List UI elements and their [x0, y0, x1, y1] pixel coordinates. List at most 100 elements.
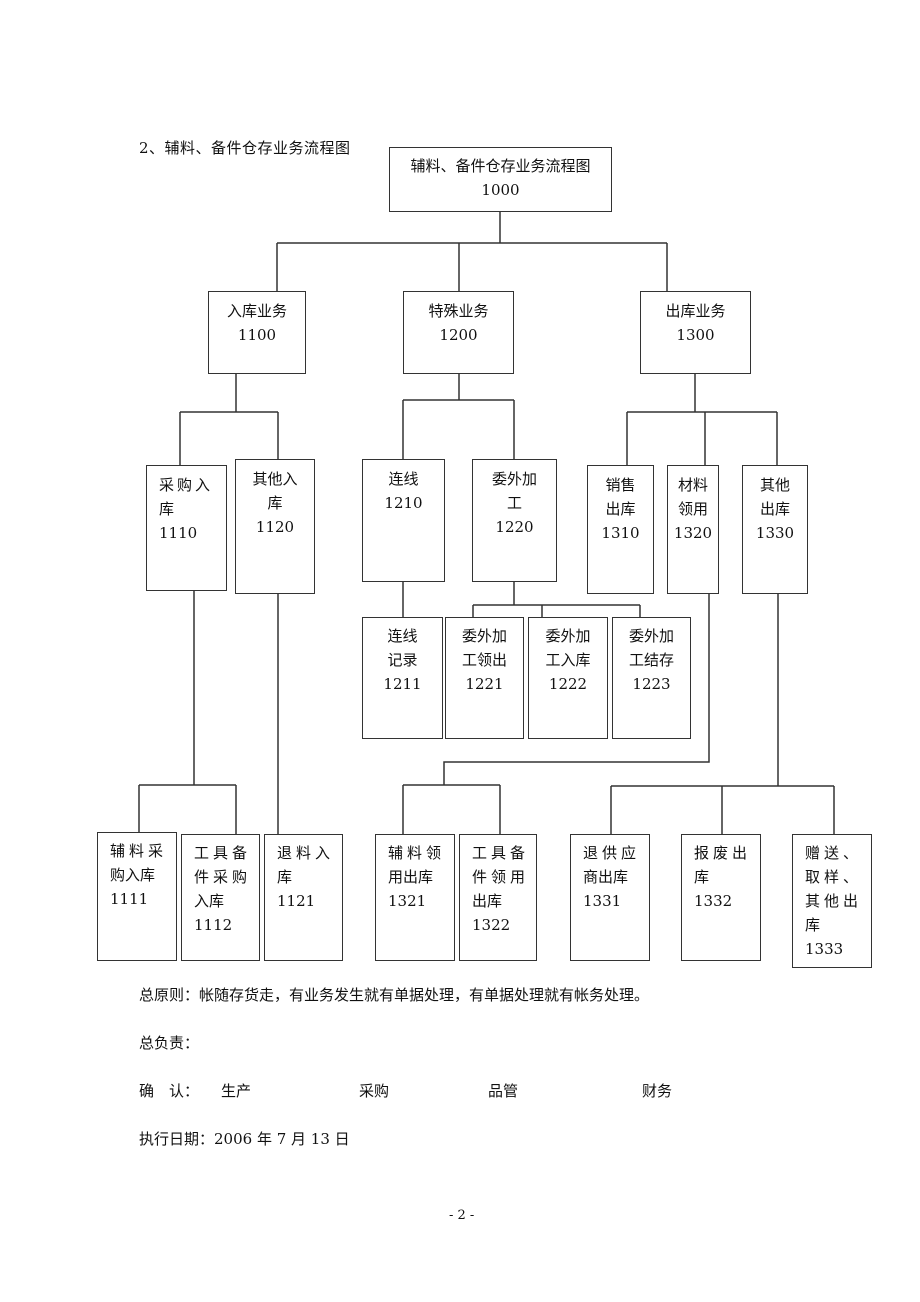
- node-code: 1210: [384, 494, 423, 512]
- node-code: 1310: [601, 524, 640, 542]
- node-label: 其他: [759, 476, 790, 494]
- node-code: 1333: [805, 940, 844, 958]
- node-label: 库: [159, 500, 175, 518]
- node-code: 1300: [676, 326, 715, 344]
- section-title: 2、辅料、备件仓存业务流程图: [139, 139, 351, 157]
- node-label: 件采购: [194, 868, 252, 886]
- node-label: 库: [694, 868, 710, 886]
- node-label: 材料: [677, 476, 708, 494]
- flow-node-1112: 工具备 件采购 入库 1112: [181, 834, 260, 961]
- node-code: 1110: [159, 524, 198, 542]
- page-number: - 2 -: [449, 1208, 475, 1223]
- node-code: 1100: [237, 326, 277, 344]
- node-code: 1220: [495, 518, 534, 536]
- node-label: 委外加: [461, 627, 507, 645]
- node-code: 1221: [465, 675, 504, 693]
- node-code: 1112: [194, 916, 233, 934]
- node-label: 连线: [388, 470, 419, 488]
- flow-node-1320: 材料 领用 1320: [667, 465, 719, 594]
- node-label: 辅料、备件仓存业务流程图: [410, 157, 591, 175]
- node-label: 工领出: [461, 651, 507, 669]
- node-label: 采购入: [159, 476, 214, 494]
- flow-node-1110: 采购入 库 1110: [146, 465, 227, 591]
- node-label: 其他出: [805, 892, 863, 910]
- flow-node-1120: 其他入 库 1120: [235, 459, 315, 594]
- node-label: 其他入: [252, 470, 298, 488]
- flow-node-1100: 入库业务 1100: [208, 291, 306, 374]
- node-label: 委外加: [628, 627, 674, 645]
- confirm-quality: 品管: [488, 1082, 519, 1100]
- node-label: 库: [805, 916, 821, 934]
- node-code: 1330: [755, 524, 795, 542]
- node-code: 1331: [583, 892, 622, 910]
- flow-node-1322: 工具备 件领用 出库 1322: [459, 834, 537, 961]
- node-label: 辅料领: [388, 844, 446, 862]
- node-code: 1332: [694, 892, 733, 910]
- responsible-label: 总负责：: [139, 1034, 200, 1052]
- confirm-production: 生产: [221, 1082, 252, 1100]
- flow-node-1200: 特殊业务 1200: [403, 291, 514, 374]
- node-label: 报废出: [694, 844, 752, 862]
- flow-node-1000: 辅料、备件仓存业务流程图 1000: [389, 147, 612, 212]
- node-code: 1111: [110, 890, 149, 908]
- node-label: 入库业务: [226, 302, 287, 320]
- flow-node-1331: 退供应 商出库 1331: [570, 834, 650, 961]
- general-principle: 总原则：帐随存货走，有业务发生就有单据处理，有单据处理就有帐务处理。: [139, 986, 650, 1004]
- node-label: 销售: [605, 476, 636, 494]
- flow-node-1332: 报废出 库 1332: [681, 834, 761, 961]
- node-label: 辅料采: [110, 842, 168, 860]
- confirm-finance: 财务: [642, 1082, 673, 1100]
- flow-node-1333: 赠送、 取样、 其他出 库 1333: [792, 834, 872, 968]
- confirm-label: 确 认：: [139, 1082, 200, 1100]
- node-label: 购入库: [110, 866, 156, 884]
- flow-node-1221: 委外加 工领出 1221: [445, 617, 524, 739]
- flow-node-1321: 辅料领 用出库 1321: [375, 834, 455, 961]
- node-label: 工具备: [472, 844, 530, 862]
- node-label: 商出库: [583, 868, 629, 886]
- node-label: 出库: [759, 500, 790, 518]
- node-code: 1223: [632, 675, 671, 693]
- node-label: 出库业务: [665, 302, 726, 320]
- node-label: 取样、: [805, 868, 863, 886]
- node-label: 出库: [472, 892, 503, 910]
- flow-node-1210: 连线 1210: [362, 459, 445, 582]
- node-code: 1322: [472, 916, 511, 934]
- node-label: 用出库: [388, 868, 434, 886]
- node-label: 工: [506, 494, 522, 512]
- flow-node-1222: 委外加 工入库 1222: [528, 617, 608, 739]
- node-code: 1321: [388, 892, 427, 910]
- node-label: 工结存: [628, 651, 674, 669]
- node-label: 库: [277, 868, 293, 886]
- flow-node-1121: 退料入 库 1121: [264, 834, 343, 961]
- node-code: 1000: [481, 181, 520, 199]
- node-label: 工具备: [194, 844, 252, 862]
- node-label: 件领用: [472, 868, 530, 886]
- flow-node-1310: 销售 出库 1310: [587, 465, 654, 594]
- node-label: 赠送、: [805, 844, 863, 862]
- node-label: 特殊业务: [428, 302, 489, 320]
- node-label: 库: [267, 494, 283, 512]
- node-label: 工入库: [545, 651, 591, 669]
- node-label: 委外加: [545, 627, 591, 645]
- node-label: 记录: [387, 651, 418, 669]
- node-label: 委外加: [491, 470, 537, 488]
- node-label: 出库: [605, 500, 636, 518]
- flow-node-1330: 其他 出库 1330: [742, 465, 808, 594]
- confirm-purchasing: 采购: [359, 1082, 390, 1100]
- flow-node-1300: 出库业务 1300: [640, 291, 751, 374]
- node-label: 领用: [677, 500, 708, 518]
- node-code: 1200: [439, 326, 478, 344]
- node-code: 1320: [673, 524, 713, 542]
- node-label: 连线: [387, 627, 418, 645]
- node-code: 1121: [277, 892, 316, 910]
- flow-node-1223: 委外加 工结存 1223: [612, 617, 691, 739]
- node-label: 退料入: [277, 844, 335, 862]
- execution-date: 执行日期：2006 年 7 月 13 日: [139, 1130, 350, 1148]
- flow-node-1211: 连线 记录 1211: [362, 617, 443, 739]
- flow-node-1220: 委外加 工 1220: [472, 459, 557, 582]
- node-code: 1120: [255, 518, 295, 536]
- node-label: 入库: [194, 892, 225, 910]
- flow-node-1111: 辅料采 购入库 1111: [97, 832, 177, 961]
- node-code: 1222: [548, 675, 588, 693]
- node-code: 1211: [383, 675, 422, 693]
